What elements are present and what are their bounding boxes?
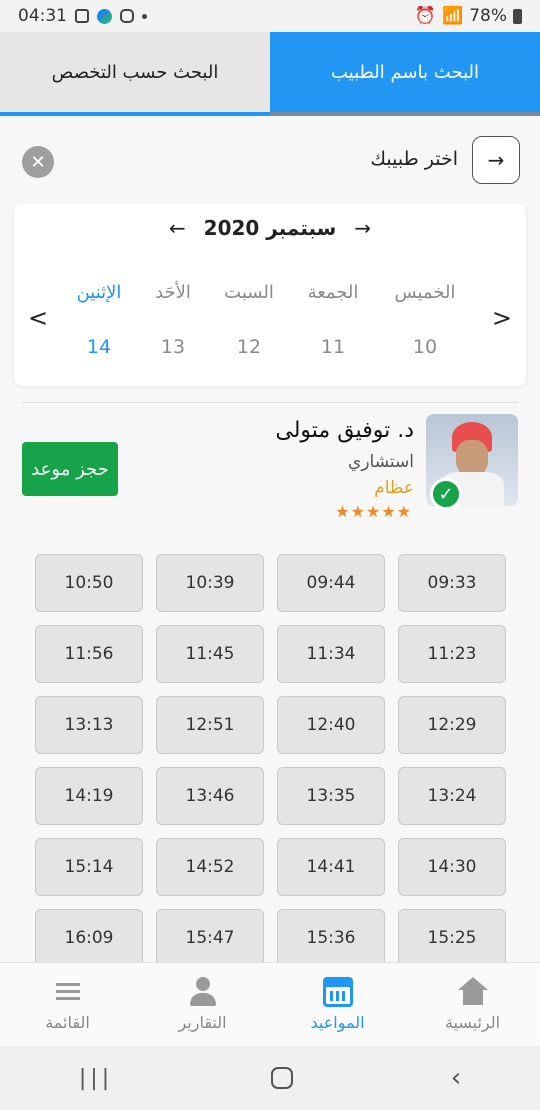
verified-check-icon: ✓ [430,478,462,510]
time-slot[interactable]: 12:40 [277,696,385,754]
time-slot[interactable]: 10:39 [156,554,264,612]
home-button-icon[interactable] [270,1067,293,1089]
doctor-title: استشاري [348,452,414,472]
time-slot[interactable]: 09:44 [277,554,385,612]
bottom-navigation: الرئيسية المواعيد التقارير القائمة [0,962,540,1046]
time-slot[interactable]: 16:09 [35,909,143,967]
choose-doctor-label[interactable]: اختر طبيبك [370,148,458,170]
nav-reports-label: التقارير [178,1013,227,1032]
back-icon[interactable]: ‹ [451,1063,461,1093]
time-slot[interactable]: 15:25 [398,909,506,967]
wifi-icon: 📶 [442,6,464,26]
time-slot[interactable]: 13:13 [35,696,143,754]
time-slot[interactable]: 15:36 [277,909,385,967]
home-icon [457,977,488,1007]
user-icon [188,977,218,1007]
day-name: الجمعة [307,282,359,303]
nav-appointments-label: المواعيد [310,1013,365,1032]
time-slot[interactable]: 13:24 [398,767,506,825]
day-thursday[interactable]: الخميس 10 [380,282,470,358]
status-time: 04:31 [18,6,67,26]
date-picker: ← سبتمبر 2020 → < الإثنين 14 الأحَد 13 ا… [14,204,526,386]
nav-reports[interactable]: التقارير [135,963,270,1046]
system-navigation-bar: ||| ‹ [0,1046,540,1110]
menu-icon [52,977,83,1007]
time-slot[interactable]: 11:45 [156,625,264,683]
nav-menu-label: القائمة [45,1013,90,1032]
chevron-right-icon[interactable]: > [492,304,512,332]
nav-menu[interactable]: القائمة [0,963,135,1046]
battery-icon [513,8,522,24]
arrow-right-icon: → [487,148,505,172]
nav-home[interactable]: الرئيسية [405,963,540,1046]
doctor-name: د. توفيق متولى [275,418,414,443]
time-slot[interactable]: 11:23 [398,625,506,683]
time-slot[interactable]: 11:56 [35,625,143,683]
search-tabs: البحث حسب التخصص البحث باسم الطبيب [0,32,540,116]
calendar-icon [322,977,353,1007]
day-number: 10 [412,336,438,358]
time-slot[interactable]: 09:33 [398,554,506,612]
day-name: الخميس [394,282,456,303]
time-slot[interactable]: 15:47 [156,909,264,967]
time-slot[interactable]: 14:19 [35,767,143,825]
time-slot[interactable]: 12:51 [156,696,264,754]
app-notification-icon [97,8,112,24]
tab-search-by-specialty[interactable]: البحث حسب التخصص [0,32,270,116]
tab-search-by-name[interactable]: البحث باسم الطبيب [270,32,540,116]
time-slot[interactable]: 11:34 [277,625,385,683]
nav-home-label: الرئيسية [444,1013,501,1032]
divider [22,402,518,403]
doctor-card: ✓ د. توفيق متولى استشاري عظام ★★★★★ حجز … [0,414,540,526]
time-slot[interactable]: 14:52 [156,838,264,896]
day-name: السبت [224,282,274,303]
choose-doctor-button[interactable]: → [472,136,520,184]
battery-percent: 78% [469,6,507,26]
previous-month-arrow-icon[interactable]: ← [169,216,186,240]
instagram-icon [120,9,134,23]
time-slot[interactable]: 10:50 [35,554,143,612]
status-bar: 04:31 ⏰ 📶 78% [0,0,540,32]
time-slot[interactable]: 12:29 [398,696,506,754]
more-notifications-icon [142,13,147,19]
time-slot[interactable]: 14:41 [277,838,385,896]
doctor-selector: ✕ اختر طبيبك → [0,134,540,188]
month-header: ← سبتمبر 2020 → [14,216,526,240]
time-slots-grid: 09:33 09:44 10:39 10:50 11:23 11:34 11:4… [34,554,506,967]
nav-appointments[interactable]: المواعيد [270,963,405,1046]
time-slot[interactable]: 14:30 [398,838,506,896]
clear-button[interactable]: ✕ [22,146,54,178]
day-number: 12 [236,336,262,358]
day-saturday[interactable]: السبت 12 [204,282,294,358]
day-number: 11 [320,336,346,358]
rating-stars-icon: ★★★★★ [335,502,412,521]
doctor-specialty: عظام [374,478,414,498]
time-slot[interactable]: 13:46 [156,767,264,825]
recent-apps-icon[interactable]: ||| [79,1066,113,1091]
gallery-icon [75,9,89,23]
time-slot[interactable]: 15:14 [35,838,143,896]
alarm-icon: ⏰ [414,6,437,26]
next-month-arrow-icon[interactable]: → [354,216,371,240]
day-friday[interactable]: الجمعة 11 [288,282,378,358]
close-icon: ✕ [30,151,46,173]
chevron-left-icon[interactable]: < [28,304,48,332]
time-slot[interactable]: 13:35 [277,767,385,825]
month-title: سبتمبر 2020 [203,216,337,240]
book-appointment-button[interactable]: حجز موعد [22,442,118,496]
